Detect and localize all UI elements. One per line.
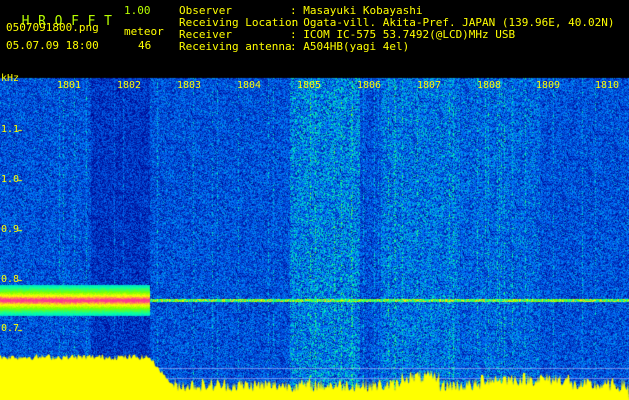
time-label: 1806 (357, 80, 382, 91)
time-label: 1801 (57, 80, 82, 91)
freq-label: 0.8 (1, 274, 20, 285)
freq-label: 1.0 (1, 174, 20, 185)
time-label: 1805 (297, 80, 322, 91)
info-value-antenna: : A504HB(yagi 4el) (290, 40, 410, 53)
time-label: 1810 (595, 80, 620, 91)
app-version: 1.00 (124, 4, 151, 17)
time-label: 1809 (536, 80, 561, 91)
time-label: 1802 (117, 80, 142, 91)
time-label: 1808 (477, 80, 502, 91)
info-key-antenna: Receiving antenna (179, 40, 292, 53)
meteor-label: meteor (124, 25, 164, 38)
freq-label: 0.7 (1, 323, 20, 334)
time-label: 1804 (237, 80, 262, 91)
freq-label: 0.9 (1, 224, 20, 235)
file-datetime: 05.07.09 18:00 (6, 39, 99, 52)
freq-unit: kHz (1, 73, 20, 84)
freq-label: 1.1 (1, 124, 20, 135)
time-label: 1807 (417, 80, 442, 91)
meteor-count: 46 (138, 39, 152, 52)
spectrogram (0, 72, 629, 400)
title-letter: T (104, 14, 112, 29)
time-label: 1803 (177, 80, 202, 91)
file-name: 0507091800.png (6, 21, 99, 34)
freq-label: 0.6 (1, 374, 20, 385)
